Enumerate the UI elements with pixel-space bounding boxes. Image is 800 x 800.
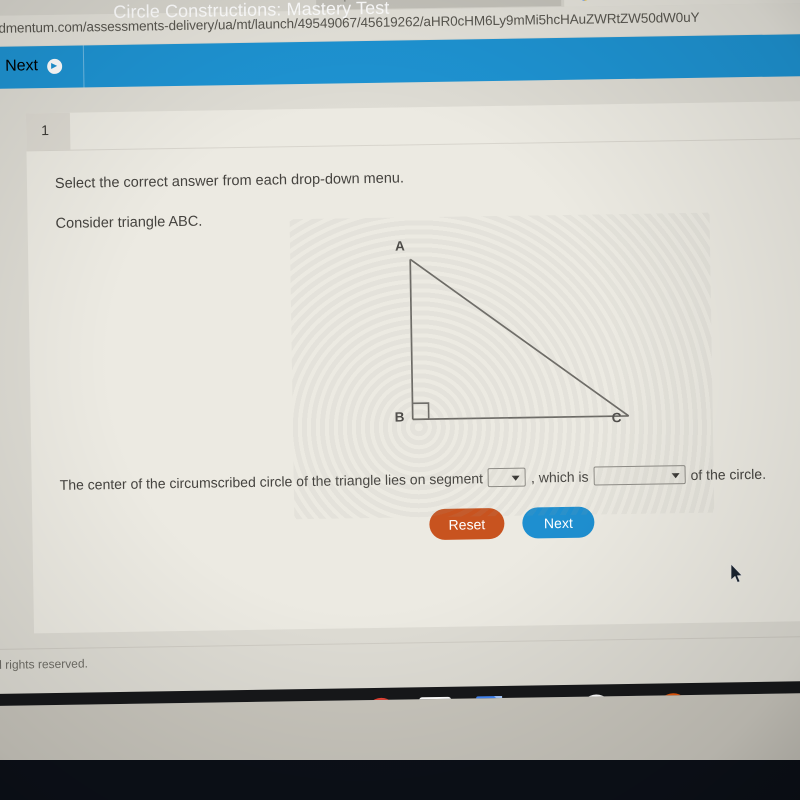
shelf-separator bbox=[634, 696, 636, 706]
wevideo-letter: W bbox=[666, 699, 681, 706]
instruction-text: Select the correct answer from each drop… bbox=[54, 170, 405, 192]
chrome-icon[interactable] bbox=[365, 697, 398, 706]
google-play-icon[interactable] bbox=[580, 694, 613, 706]
chromebook-screen: … | Linn Mar ✕ Circle Constructions: Mas… bbox=[0, 0, 800, 706]
answer-text-part-3: of the circle. bbox=[690, 465, 767, 483]
google-docs-icon[interactable] bbox=[476, 695, 503, 706]
desk-background-strip bbox=[0, 760, 800, 800]
reset-button[interactable]: Reset bbox=[429, 507, 505, 541]
gmail-letter: M bbox=[421, 700, 441, 706]
vertex-label-a: A bbox=[394, 238, 405, 254]
chromeos-shelf: M W bbox=[0, 680, 800, 706]
header-next-button[interactable]: Next bbox=[5, 57, 63, 76]
circle-part-dropdown[interactable]: a radiusa diametera chorda tangent bbox=[593, 465, 686, 486]
segment-dropdown[interactable]: ABBCAC bbox=[487, 467, 527, 488]
right-angle-marker-icon bbox=[412, 402, 430, 420]
favicon-icon bbox=[577, 0, 592, 1]
question-number-tab[interactable]: 1 bbox=[25, 112, 71, 151]
answer-text-part-1: The center of the circumscribed circle o… bbox=[59, 469, 484, 493]
gmail-icon[interactable]: M bbox=[419, 696, 452, 706]
copyright-text: . All rights reserved. bbox=[0, 656, 89, 672]
header-next-label: Next bbox=[5, 57, 39, 75]
triangle-figure: A B C bbox=[368, 234, 651, 438]
segment-ab bbox=[409, 259, 414, 420]
footer-divider bbox=[0, 635, 800, 650]
segment-ac bbox=[409, 258, 630, 417]
photo-of-chromebook-screen: … | Linn Mar ✕ Circle Constructions: Mas… bbox=[0, 0, 800, 800]
close-icon[interactable]: ✕ bbox=[526, 0, 542, 3]
arrow-right-circle-icon bbox=[46, 58, 63, 74]
answer-sentence: The center of the circumscribed circle o… bbox=[60, 464, 767, 494]
shelf-icon-group: M W bbox=[365, 693, 690, 706]
dropdown-2-wrapper: a radiusa diametera chorda tangent bbox=[593, 465, 686, 486]
wevideo-icon[interactable]: W bbox=[657, 693, 690, 706]
youtube-icon[interactable] bbox=[524, 701, 559, 706]
question-card: 1 Select the correct answer from each dr… bbox=[25, 100, 800, 634]
next-button[interactable]: Next bbox=[522, 506, 595, 539]
card-divider bbox=[26, 137, 800, 152]
question-number-label: 1 bbox=[41, 122, 50, 139]
vertex-label-b: B bbox=[394, 409, 405, 425]
answer-text-part-2: , which is bbox=[530, 468, 589, 485]
dropdown-1-wrapper: ABBCAC bbox=[487, 467, 527, 488]
question-stem-text: Consider triangle ABC. bbox=[55, 213, 203, 232]
vertex-label-c: C bbox=[611, 410, 622, 426]
triangle-svg bbox=[409, 258, 630, 421]
segment-bc bbox=[412, 415, 629, 421]
